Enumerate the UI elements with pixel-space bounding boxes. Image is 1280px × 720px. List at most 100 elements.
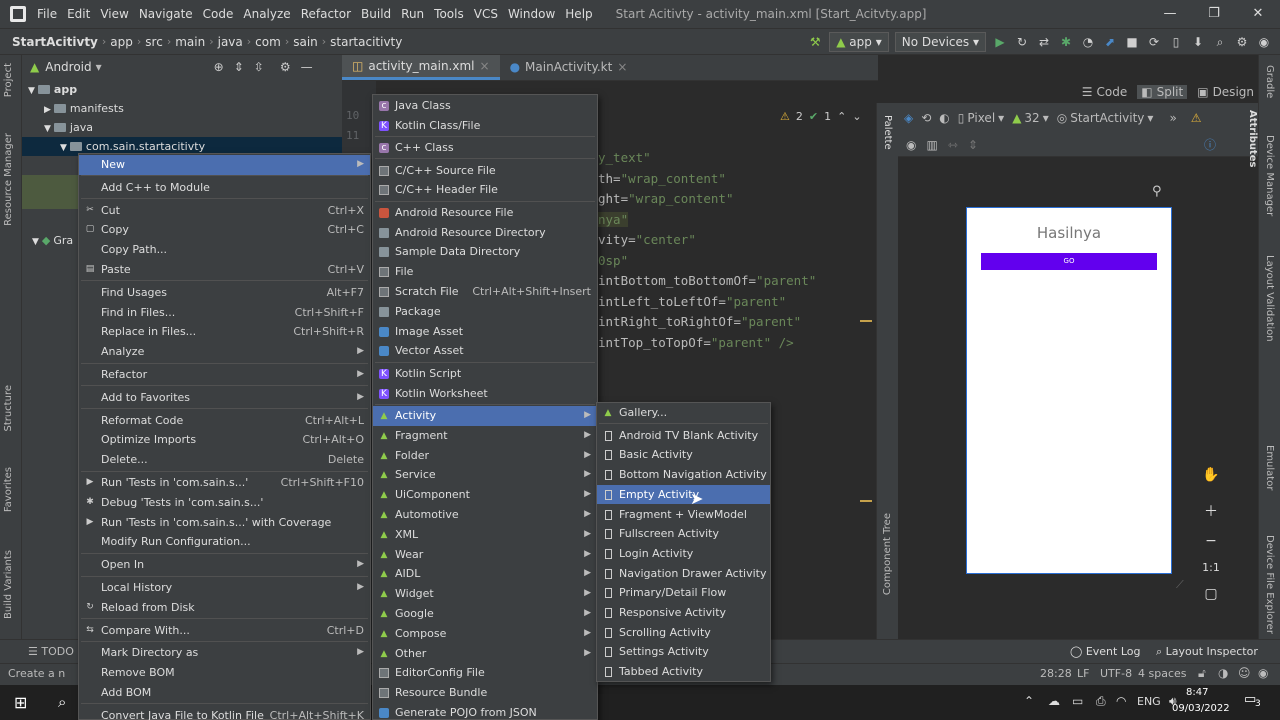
eye-icon[interactable]: ◉ xyxy=(906,138,916,152)
breadcrumb-item[interactable]: startacitivty xyxy=(326,35,406,49)
menu-item-add-bom[interactable]: Add BOM xyxy=(79,683,370,703)
device-file-explorer-tab[interactable]: Device File Explorer xyxy=(1264,535,1275,634)
sync-icon[interactable]: ⟳ xyxy=(1146,34,1162,50)
run-config-select[interactable]: ▲ app ▾ xyxy=(829,31,889,52)
profile-icon[interactable]: ◔ xyxy=(1080,34,1096,50)
avd-manager-icon[interactable]: ▯ xyxy=(1168,34,1184,50)
menu-item-folder[interactable]: ▲ Folder ▶ xyxy=(373,446,597,466)
search-icon[interactable]: ⌕ xyxy=(58,693,66,711)
breadcrumb-item[interactable]: StartAcitivty xyxy=(8,35,102,49)
stop-icon[interactable]: ■ xyxy=(1124,34,1140,50)
breadcrumb-item[interactable]: src xyxy=(141,35,167,49)
menu-analyze[interactable]: Analyze xyxy=(238,7,295,21)
clock-time[interactable]: 8:47 xyxy=(1186,687,1208,698)
tab-mainactivity[interactable]: ● MainActivity.kt × xyxy=(500,55,638,80)
close-icon[interactable]: × xyxy=(480,54,490,79)
menu-item-fragment-viewmodel[interactable]: Fragment + ViewModel xyxy=(597,505,770,525)
zoom-actual-size-icon[interactable]: 1:1 xyxy=(1202,561,1220,574)
menu-item-widget[interactable]: ▲ Widget ▶ xyxy=(373,584,597,604)
cloud-icon[interactable]: ☁ xyxy=(1048,694,1060,708)
device-select[interactable]: ▯ Pixel ▾ xyxy=(958,111,1004,125)
menu-item-image-asset[interactable]: Image Asset xyxy=(373,322,597,342)
chevron-up-icon[interactable]: ⌃ xyxy=(1024,694,1034,708)
menu-item-primary-detail-flow[interactable]: Primary/Detail Flow xyxy=(597,583,770,603)
menu-item-android-resource-file[interactable]: Android Resource File xyxy=(373,203,597,223)
code-view-button[interactable]: ☰ Code xyxy=(1082,85,1128,99)
breadcrumb-item[interactable]: com xyxy=(251,35,285,49)
menu-item-compose[interactable]: ▲ Compose ▶ xyxy=(373,624,597,644)
menu-item-android-tv-blank-activity[interactable]: Android TV Blank Activity xyxy=(597,426,770,446)
menu-item-xml[interactable]: ▲ XML ▶ xyxy=(373,525,597,545)
menu-item-vector-asset[interactable]: Vector Asset xyxy=(373,341,597,361)
menu-item-empty-activity[interactable]: Empty Activity xyxy=(597,484,770,505)
file-encoding[interactable]: UTF-8 xyxy=(1100,667,1132,680)
menu-edit[interactable]: Edit xyxy=(62,7,95,21)
api-select[interactable]: ▲ 32 ▾ xyxy=(1012,111,1049,125)
language-indicator[interactable]: ENG xyxy=(1137,695,1161,708)
zoom-in-icon[interactable]: ＋ xyxy=(1204,501,1218,521)
menu-item-android-resource-directory[interactable]: Android Resource Directory xyxy=(373,223,597,243)
menu-item-reload-from-disk[interactable]: ↻ Reload from Disk xyxy=(79,598,370,618)
battery-icon[interactable]: ▭ xyxy=(1072,694,1083,708)
rerun-icon[interactable]: ↻ xyxy=(1014,34,1030,50)
menu-item-aidl[interactable]: ▲ AIDL ▶ xyxy=(373,564,597,584)
menu-item-editorconfig-file[interactable]: EditorConfig File xyxy=(373,663,597,683)
hand-icon[interactable]: ✋ xyxy=(1202,467,1219,483)
memory-icon[interactable]: ◑ xyxy=(1218,666,1228,680)
menu-item-debug-tests-in-com-sain-s[interactable]: ✱ Debug 'Tests in 'com.sain.s...' xyxy=(79,493,370,513)
menu-view[interactable]: View xyxy=(95,7,133,21)
menu-item-scrolling-activity[interactable]: Scrolling Activity xyxy=(597,623,770,643)
tree-item-manifests[interactable]: ▶ manifests xyxy=(44,99,124,118)
chevron-up-icon[interactable]: ⌃ xyxy=(837,110,846,123)
menu-item-navigation-drawer-activity[interactable]: Navigation Drawer Activity xyxy=(597,564,770,584)
menu-item-google[interactable]: ▲ Google ▶ xyxy=(373,604,597,624)
project-view-select[interactable]: Android xyxy=(45,60,91,74)
menu-item-uicomponent[interactable]: ▲ UiComponent ▶ xyxy=(373,485,597,505)
menu-tools[interactable]: Tools xyxy=(429,7,469,21)
orientation-icon[interactable]: ⟲ xyxy=(921,111,931,125)
expand-all-icon[interactable]: ⇕ xyxy=(234,60,244,74)
caret-position[interactable]: 28:28 xyxy=(1040,667,1072,680)
menu-item-local-history[interactable]: Local History ▶ xyxy=(79,578,370,598)
inspection-widget[interactable]: ⚠ 2 ✔ 1 ⌃ ⌄ xyxy=(780,110,862,123)
menu-item-package[interactable]: Package xyxy=(373,302,597,322)
debug-icon[interactable]: ✱ xyxy=(1058,34,1074,50)
smiley-icon[interactable]: ☺ xyxy=(1238,666,1251,680)
menu-help[interactable]: Help xyxy=(560,7,597,21)
menu-item-replace-in-files[interactable]: Replace in Files... Ctrl+Shift+R xyxy=(79,322,370,342)
wifi-icon[interactable]: ◠ xyxy=(1116,694,1126,708)
menu-item-delete[interactable]: Delete... Delete xyxy=(79,450,370,470)
menu-item-reformat-code[interactable]: Reformat Code Ctrl+Alt+L xyxy=(79,411,370,431)
assistant-icon[interactable]: ◉ xyxy=(1256,34,1272,50)
notifications-icon[interactable]: ◉ xyxy=(1258,666,1268,680)
zoom-out-icon[interactable]: − xyxy=(1205,533,1217,549)
menu-item-other[interactable]: ▲ Other ▶ xyxy=(373,644,597,664)
menu-item-responsive-activity[interactable]: Responsive Activity xyxy=(597,603,770,623)
breadcrumb-item[interactable]: sain xyxy=(289,35,322,49)
menu-item-bottom-navigation-activity[interactable]: Bottom Navigation Activity xyxy=(597,465,770,485)
menu-item-tabbed-activity[interactable]: Tabbed Activity xyxy=(597,662,770,682)
menu-item-c-c-header-file[interactable]: C/C++ Header File xyxy=(373,180,597,200)
menu-item-add-to-favorites[interactable]: Add to Favorites ▶ xyxy=(79,388,370,408)
menu-item-add-c-to-module[interactable]: Add C++ to Module xyxy=(79,178,370,198)
menu-refactor[interactable]: Refactor xyxy=(296,7,356,21)
indent-setting[interactable]: 4 spaces xyxy=(1138,667,1187,680)
palette-tab[interactable]: Palette xyxy=(882,115,893,150)
resource-manager-tab[interactable]: Resource Manager xyxy=(3,133,14,226)
menu-item-paste[interactable]: ▤ Paste Ctrl+V xyxy=(79,260,370,280)
menu-item-compare-with[interactable]: ⇆ Compare With... Ctrl+D xyxy=(79,621,370,641)
close-button[interactable]: ✕ xyxy=(1236,0,1280,28)
breadcrumb-item[interactable]: app xyxy=(106,35,137,49)
locate-icon[interactable]: ⊕ xyxy=(214,60,224,74)
more-icon[interactable]: » xyxy=(1169,111,1176,125)
menu-item-kotlin-class-file[interactable]: K Kotlin Class/File xyxy=(373,116,597,136)
split-view-button[interactable]: ◧ Split xyxy=(1137,85,1188,99)
menu-item-gallery[interactable]: ▲ Gallery... xyxy=(597,403,770,423)
menu-item-service[interactable]: ▲ Service ▶ xyxy=(373,465,597,485)
menu-item-generate-pojo-from-json[interactable]: Generate POJO from JSON xyxy=(373,703,597,720)
gradle-tab[interactable]: Gradle xyxy=(1264,65,1275,98)
menu-item-basic-activity[interactable]: Basic Activity xyxy=(597,445,770,465)
menu-item-c-class[interactable]: c C++ Class xyxy=(373,138,597,158)
menu-item-run-tests-in-com-sain-s-with-coverage[interactable]: ▶ Run 'Tests in 'com.sain.s...' with Cove… xyxy=(79,513,370,533)
menu-build[interactable]: Build xyxy=(356,7,396,21)
